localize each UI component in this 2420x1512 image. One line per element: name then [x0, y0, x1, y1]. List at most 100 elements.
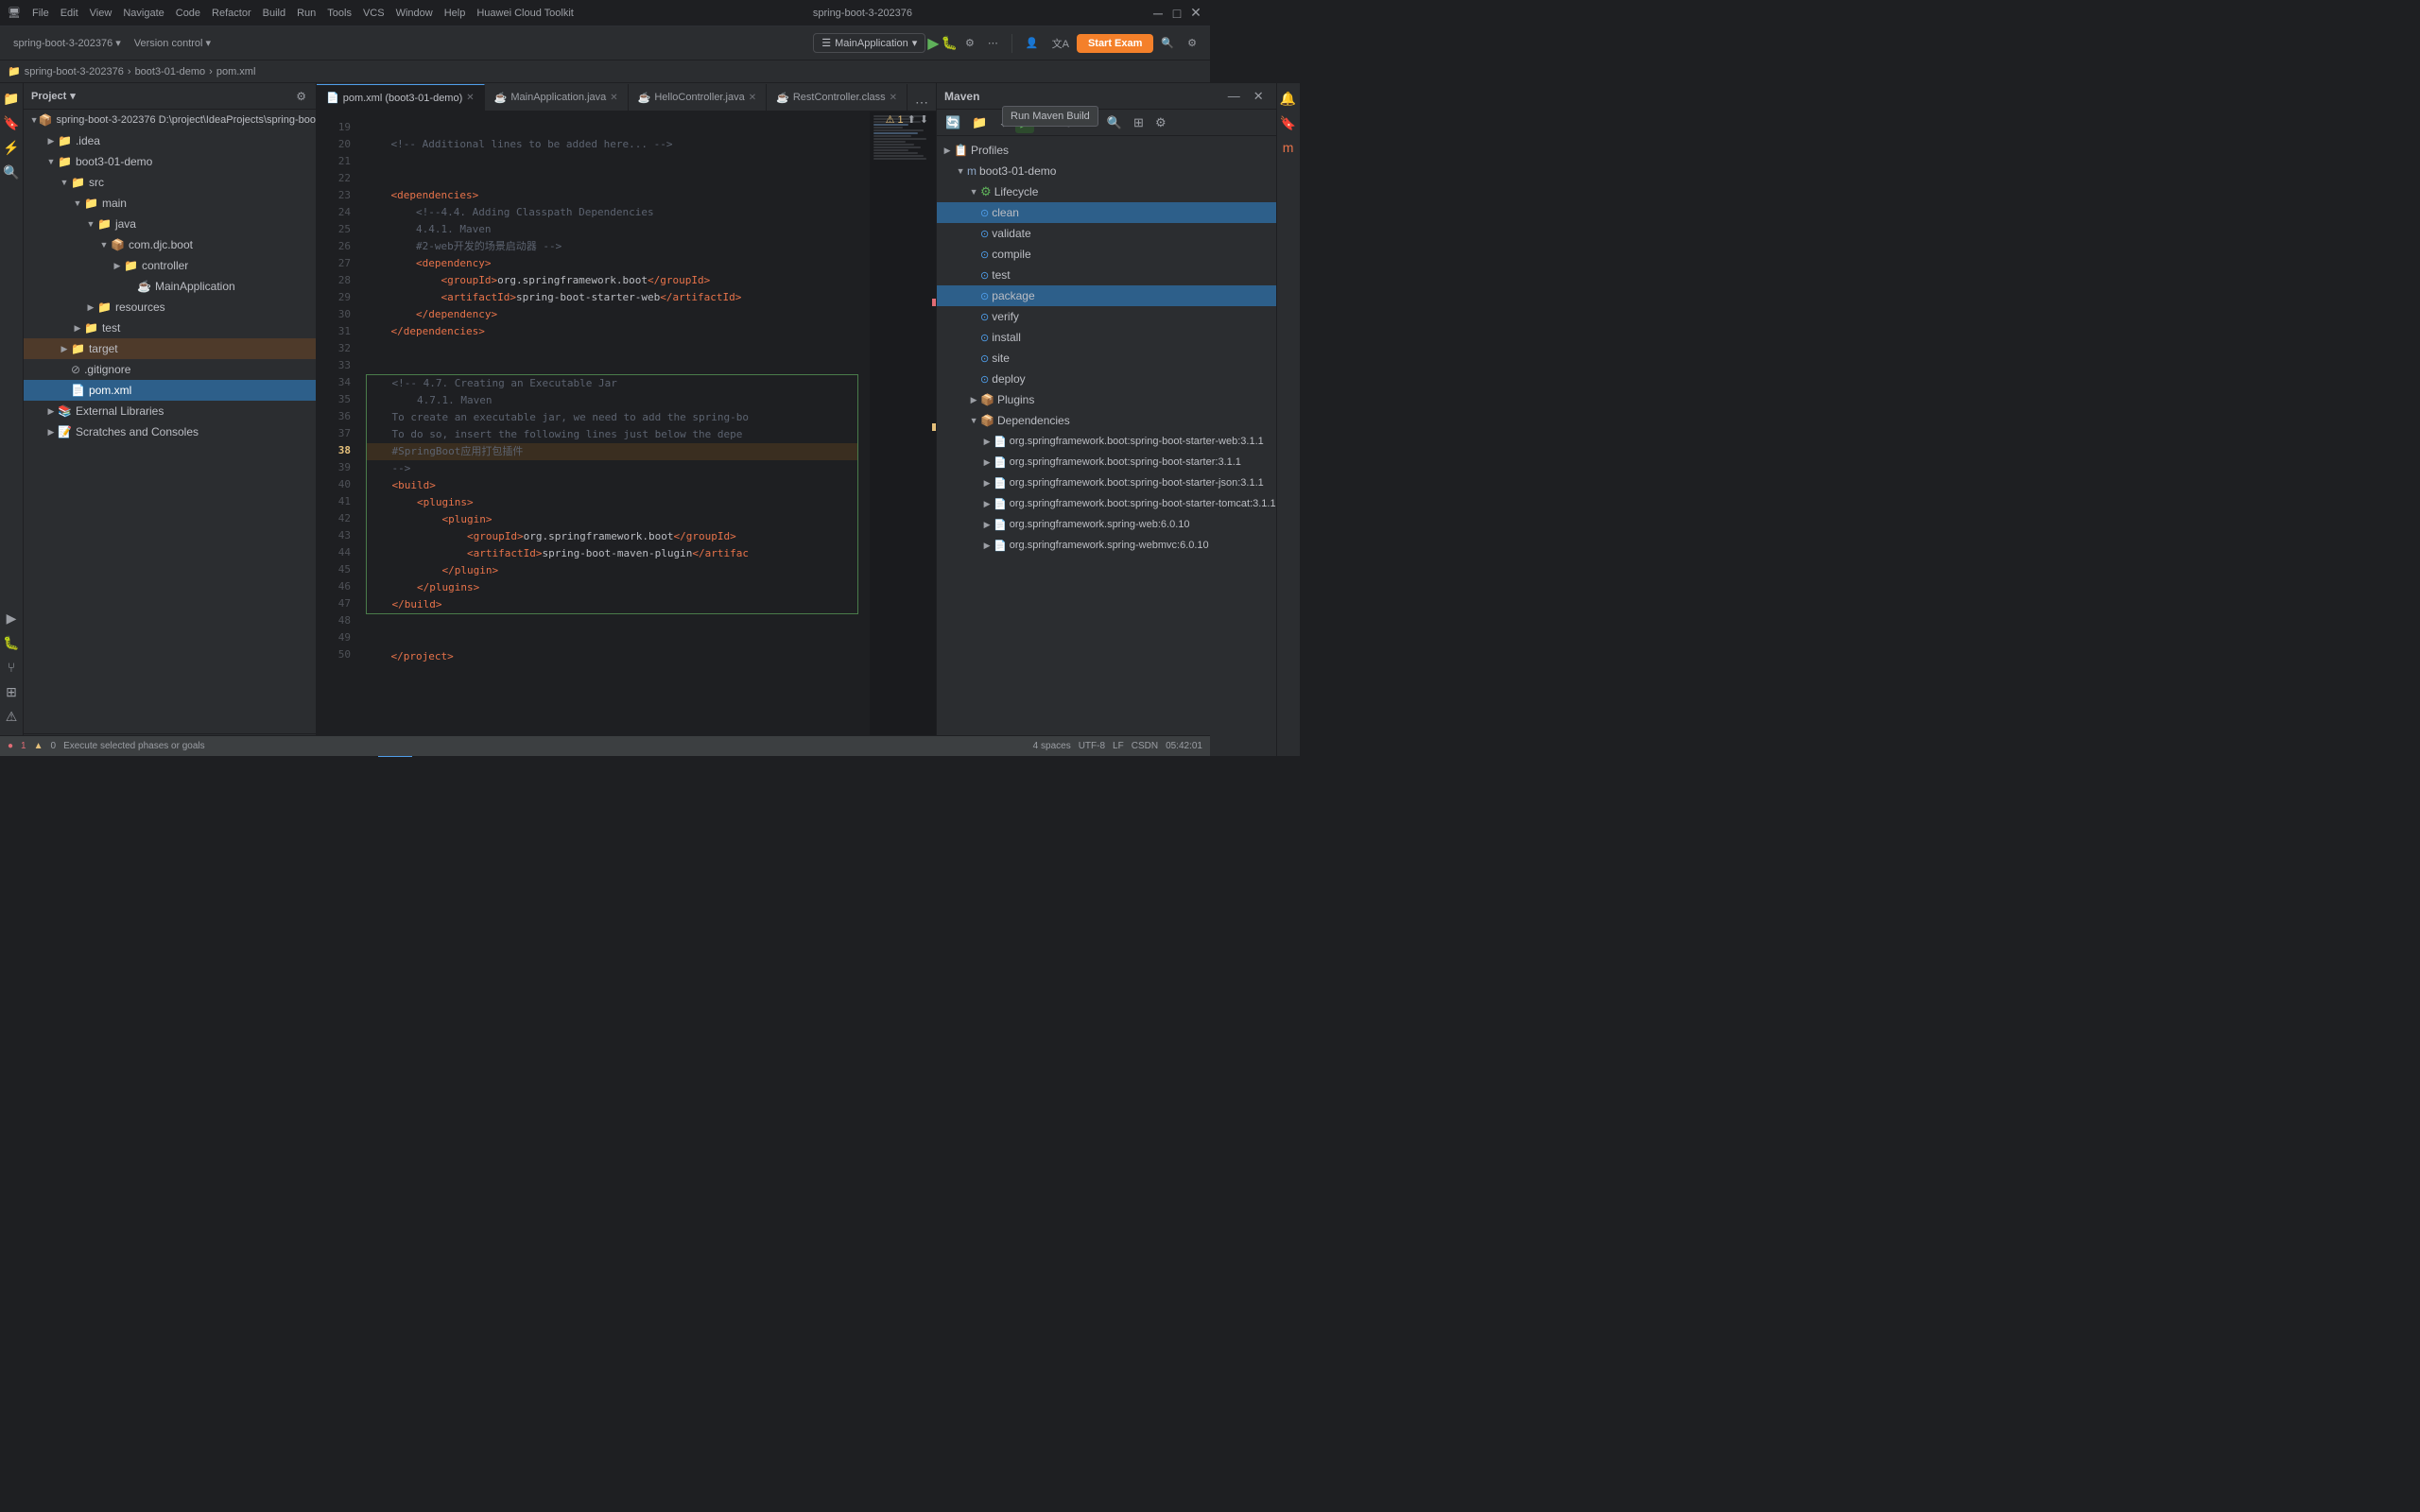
tabs-more-button[interactable]: ⋯ [908, 94, 936, 111]
breadcrumb-part2[interactable]: boot3-01-demo [135, 66, 206, 77]
maven-test[interactable]: ⊙ test [937, 265, 1276, 285]
hello-ctrl-tab-close[interactable]: ✕ [749, 93, 756, 103]
run-configuration[interactable]: ☰ MainApplication ▾ [813, 33, 925, 53]
structure-icon[interactable]: ⚡ [0, 136, 23, 159]
maven-dep-tomcat[interactable]: ▶ 📄 org.springframework.boot:spring-boot… [937, 493, 1276, 514]
tree-test[interactable]: ▶ 📁 test [24, 318, 316, 338]
minimize-button[interactable]: ─ [1151, 7, 1165, 20]
settings-button[interactable]: ⚙ [1182, 33, 1202, 53]
maven-add-button[interactable]: 📁 [967, 112, 992, 133]
menu-help[interactable]: Help [444, 8, 466, 19]
tree-resources[interactable]: ▶ 📁 resources [24, 297, 316, 318]
maven-search-button[interactable]: 🔍 [1102, 112, 1127, 133]
search-button[interactable]: 🔍 [1155, 33, 1180, 53]
menu-code[interactable]: Code [176, 8, 200, 19]
project-icon[interactable]: 📁 [0, 87, 23, 110]
debug-icon[interactable]: 🐛 [0, 631, 23, 654]
project-dropdown-icon[interactable]: ▾ [70, 90, 76, 102]
tree-root[interactable]: ▼ 📦 spring-boot-3-202376 D:\project\Idea… [24, 110, 316, 130]
main-app-tab-close[interactable]: ✕ [610, 93, 617, 103]
warning-count[interactable]: 0 [51, 741, 57, 751]
maven-dep-json[interactable]: ▶ 📄 org.springframework.boot:spring-boot… [937, 472, 1276, 493]
collapse-icon[interactable]: ⬇ [920, 113, 928, 126]
menu-file[interactable]: File [32, 8, 49, 19]
maven-plugins[interactable]: ▶ 📦 Plugins [937, 389, 1276, 410]
maven-lifecycle[interactable]: ▼ ⚙ Lifecycle [937, 181, 1276, 202]
notifications-icon[interactable]: 🔔 [1277, 87, 1300, 110]
tree-idea[interactable]: ▶ 📁 .idea [24, 130, 316, 151]
maven-right-icon[interactable]: m [1277, 136, 1300, 159]
maven-minimize-button[interactable]: — [1223, 86, 1245, 106]
menu-tools[interactable]: Tools [327, 8, 352, 19]
maven-clean[interactable]: ⊙ clean [937, 202, 1276, 223]
code-content[interactable]: <!-- Additional lines to be added here..… [354, 112, 870, 735]
maven-install[interactable]: ⊙ install [937, 327, 1276, 348]
error-count[interactable]: 1 [21, 741, 26, 751]
bookmark-right-icon[interactable]: 🔖 [1277, 112, 1300, 134]
maven-validate[interactable]: ⊙ validate [937, 223, 1276, 244]
menu-view[interactable]: View [90, 8, 112, 19]
project-name-button[interactable]: spring-boot-3-202376 ▾ [8, 33, 127, 53]
breadcrumb-part1[interactable]: spring-boot-3-202376 [25, 66, 124, 77]
maven-dep-webmvc[interactable]: ▶ 📄 org.springframework.spring-webmvc:6.… [937, 535, 1276, 556]
coverage-button[interactable]: ⚙ [959, 33, 980, 53]
breadcrumb-part3[interactable]: pom.xml [216, 66, 256, 77]
maven-dependencies[interactable]: ▼ 📦 Dependencies [937, 410, 1276, 431]
tab-rest-ctrl[interactable]: ☕ RestController.class ✕ [767, 84, 908, 111]
account-button[interactable]: 👤 [1020, 33, 1045, 53]
maven-boot3-demo[interactable]: ▼ m boot3-01-demo [937, 161, 1276, 181]
tree-main[interactable]: ▼ 📁 main [24, 193, 316, 214]
expand-icon[interactable]: ⬆ [908, 113, 916, 126]
tree-src[interactable]: ▼ 📁 src [24, 172, 316, 193]
git-branch-indicator[interactable]: CSDN [1132, 741, 1158, 751]
menu-build[interactable]: Build [263, 8, 285, 19]
problems-icon[interactable]: ⚠ [0, 705, 23, 728]
pom-tab-close[interactable]: ✕ [466, 93, 474, 103]
maven-tree-button[interactable]: ⊞ [1129, 112, 1149, 133]
maven-refresh-button[interactable]: 🔄 [941, 112, 965, 133]
rest-ctrl-tab-close[interactable]: ✕ [890, 93, 897, 103]
tree-pom[interactable]: ▶ 📄 pom.xml [24, 380, 316, 401]
terminal-icon[interactable]: ⊞ [0, 680, 23, 703]
maven-close-button[interactable]: ✕ [1249, 86, 1269, 107]
start-exam-button[interactable]: Start Exam [1077, 34, 1153, 53]
maven-settings-button[interactable]: ⚙ [1150, 112, 1171, 133]
tree-controller[interactable]: ▶ 📁 controller [24, 255, 316, 276]
menu-run[interactable]: Run [297, 8, 316, 19]
maven-deploy[interactable]: ⊙ deploy [937, 369, 1276, 389]
gear-icon[interactable]: ⚙ [294, 88, 308, 105]
maximize-button[interactable]: □ [1170, 7, 1184, 20]
tab-main-app[interactable]: ☕ MainApplication.java ✕ [485, 84, 629, 111]
menu-edit[interactable]: Edit [60, 8, 78, 19]
bookmark-icon[interactable]: 🔖 [0, 112, 23, 134]
tree-java[interactable]: ▼ 📁 java [24, 214, 316, 234]
run-button[interactable]: ▶ [927, 34, 939, 53]
spaces-indicator[interactable]: 4 spaces [1033, 741, 1071, 751]
tree-main-app[interactable]: ▶ ☕ MainApplication [24, 276, 316, 297]
menu-refactor[interactable]: Refactor [212, 8, 251, 19]
close-button[interactable]: ✕ [1189, 7, 1202, 20]
maven-dep-starter[interactable]: ▶ 📄 org.springframework.boot:spring-boot… [937, 452, 1276, 472]
maven-site[interactable]: ⊙ site [937, 348, 1276, 369]
tree-boot3[interactable]: ▼ 📁 boot3-01-demo [24, 151, 316, 172]
version-control-button[interactable]: Version control ▾ [129, 33, 216, 53]
line-ending-indicator[interactable]: LF [1113, 741, 1124, 751]
maven-verify[interactable]: ⊙ verify [937, 306, 1276, 327]
tree-scratches[interactable]: ▶ 📝 Scratches and Consoles [24, 421, 316, 442]
menu-huawei[interactable]: Huawei Cloud Toolkit [476, 8, 574, 19]
tree-external-libs[interactable]: ▶ 📚 External Libraries [24, 401, 316, 421]
search-icon[interactable]: 🔍 [0, 161, 23, 183]
git-icon[interactable]: ⑂ [0, 656, 23, 679]
maven-compile[interactable]: ⊙ compile [937, 244, 1276, 265]
tree-gitignore[interactable]: ▶ ⊘ .gitignore [24, 359, 316, 380]
tree-target[interactable]: ▶ 📁 target [24, 338, 316, 359]
maven-dep-starter-web[interactable]: ▶ 📄 org.springframework.boot:spring-boot… [937, 431, 1276, 452]
code-editor[interactable]: ⚠ 1 ⬆ ⬇ 1920212223 2425262728 2930313233… [317, 112, 936, 735]
tree-package[interactable]: ▼ 📦 com.djc.boot [24, 234, 316, 255]
tab-pom-xml[interactable]: 📄 pom.xml (boot3-01-demo) ✕ [317, 84, 485, 111]
menu-navigate[interactable]: Navigate [123, 8, 164, 19]
menu-window[interactable]: Window [396, 8, 433, 19]
maven-package[interactable]: ⊙ package [937, 285, 1276, 306]
tab-hello-ctrl[interactable]: ☕ HelloController.java ✕ [629, 84, 767, 111]
menu-vcs[interactable]: VCS [363, 8, 385, 19]
